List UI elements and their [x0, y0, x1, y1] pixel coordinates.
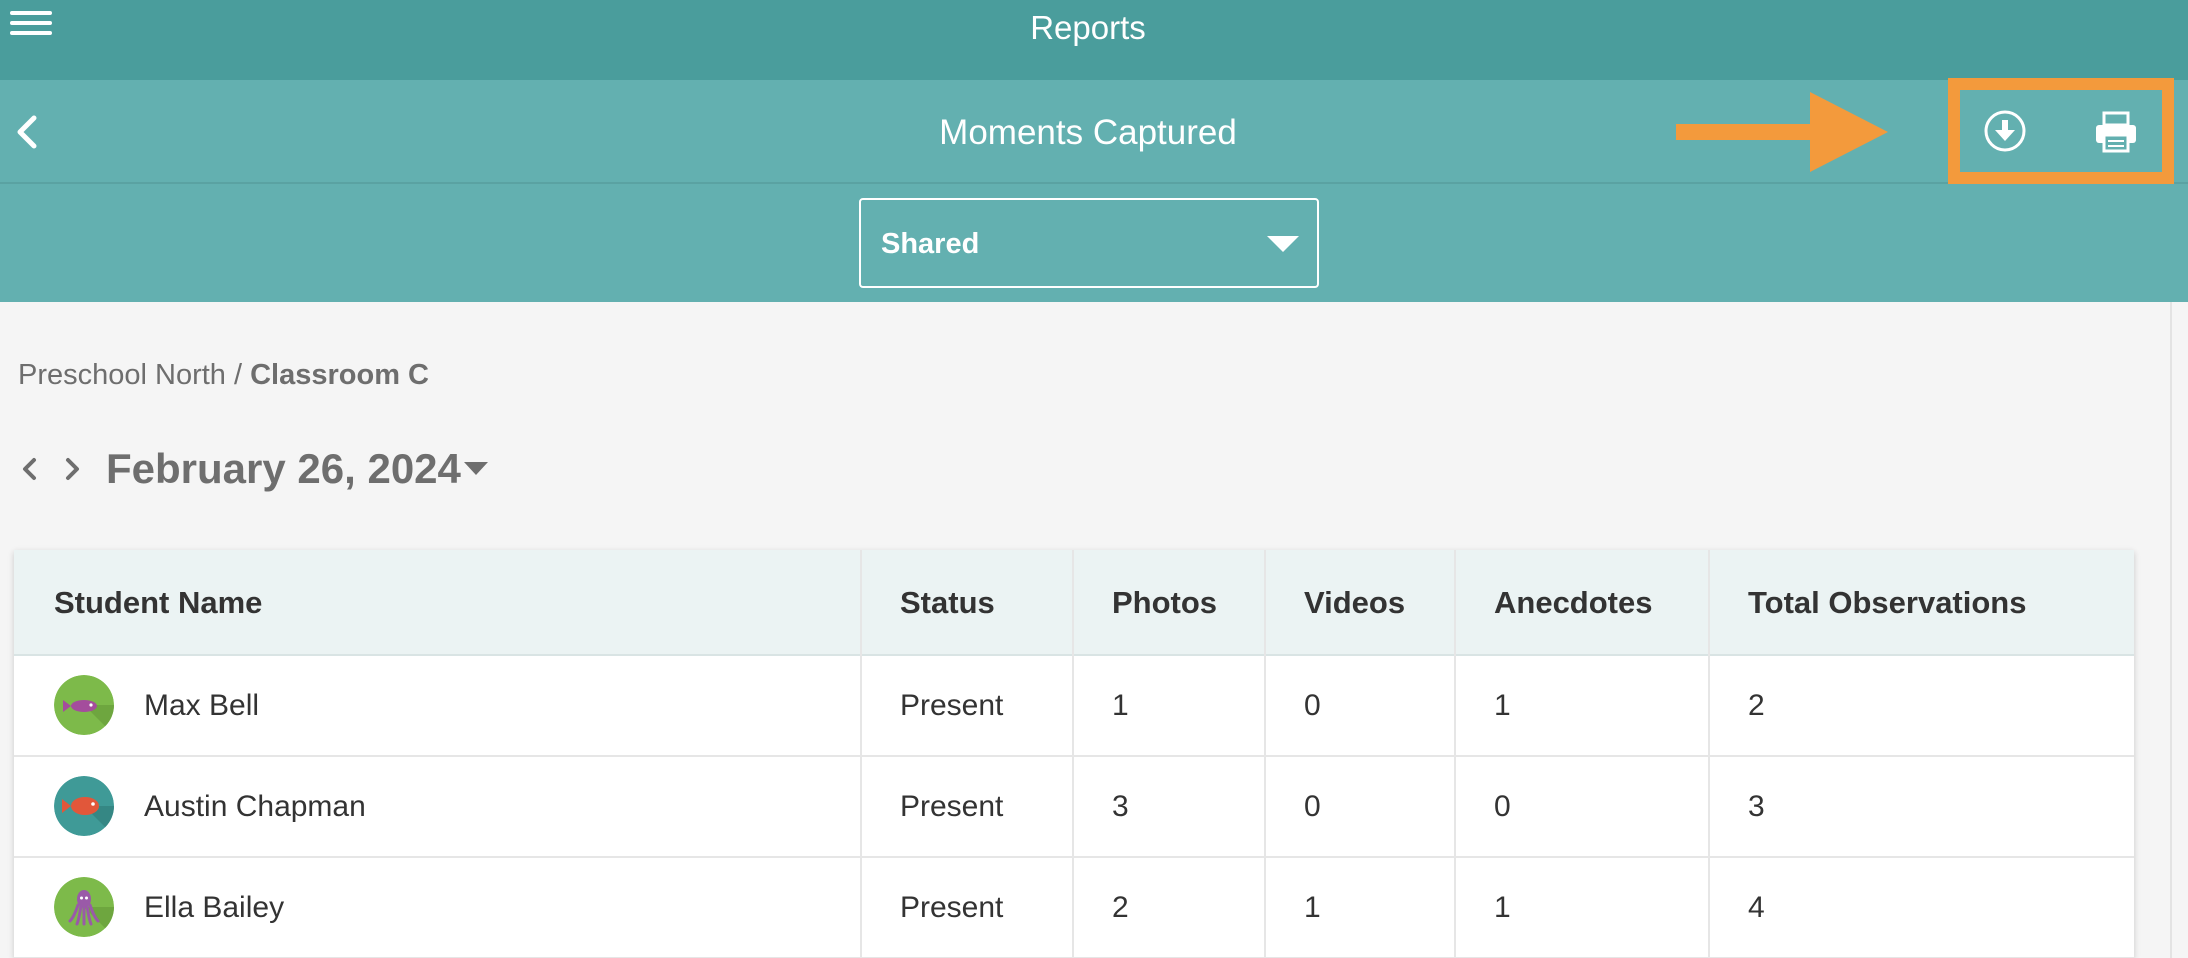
- table-row[interactable]: Austin Chapman Present 3 0 0 3: [14, 757, 2134, 858]
- red-fish-icon: [54, 776, 114, 836]
- videos-cell: 0: [1304, 790, 1321, 823]
- chevron-left-icon: [23, 458, 36, 480]
- table-header: Student Name Status Photos Videos Anecdo…: [14, 550, 2134, 656]
- download-button[interactable]: [1982, 108, 2028, 154]
- student-name[interactable]: Austin Chapman: [144, 790, 366, 823]
- student-name[interactable]: Ella Bailey: [144, 891, 284, 924]
- purple-octopus-icon: [54, 877, 114, 937]
- chevron-right-icon: [66, 458, 79, 480]
- top-app-bar: Reports: [0, 0, 2188, 80]
- videos-cell: 1: [1304, 891, 1321, 924]
- avatar: [54, 877, 114, 937]
- column-divider: [1454, 550, 1456, 958]
- photos-cell: 3: [1112, 790, 1129, 823]
- videos-cell: 0: [1304, 689, 1321, 722]
- anecdotes-cell: 1: [1494, 891, 1511, 924]
- column-header-total-observations[interactable]: Total Observations: [1708, 550, 2134, 656]
- arrow-right-icon: [1676, 92, 1888, 172]
- status-cell: Present: [900, 689, 1004, 722]
- total-observations-cell: 3: [1748, 790, 1765, 823]
- breadcrumb-classroom: Classroom C: [250, 359, 429, 391]
- table-row[interactable]: Max Bell Present 1 0 1 2: [14, 656, 2134, 757]
- status-cell: Present: [900, 891, 1004, 924]
- previous-date-button[interactable]: [18, 452, 42, 486]
- date-picker-label[interactable]: February 26, 2024: [106, 444, 461, 494]
- column-header-status[interactable]: Status: [860, 550, 1072, 656]
- column-divider: [1264, 550, 1266, 958]
- student-name[interactable]: Max Bell: [144, 689, 259, 722]
- table-row[interactable]: Ella Bailey Present 2 1 1 4: [14, 858, 2134, 958]
- select-value: Shared: [881, 228, 980, 260]
- caret-down-icon: [1267, 236, 1299, 252]
- anecdotes-cell: 0: [1494, 790, 1511, 823]
- column-header-anecdotes[interactable]: Anecdotes: [1454, 550, 1708, 656]
- total-observations-cell: 2: [1748, 689, 1765, 722]
- divider: [2170, 302, 2172, 958]
- next-date-button[interactable]: [60, 452, 84, 486]
- download-icon: [1984, 110, 2026, 152]
- breadcrumb-school[interactable]: Preschool North: [18, 359, 226, 391]
- filter-bar: Shared: [0, 184, 2188, 302]
- column-header-photos[interactable]: Photos: [1072, 550, 1264, 656]
- column-header-student-name[interactable]: Student Name: [14, 550, 860, 656]
- total-observations-cell: 4: [1748, 891, 1765, 924]
- photos-cell: 2: [1112, 891, 1129, 924]
- app-title: Reports: [1030, 9, 1146, 46]
- column-divider: [860, 550, 862, 958]
- student-name-cell: Max Bell: [14, 656, 860, 755]
- purple-fish-icon: [54, 675, 114, 735]
- column-header-videos[interactable]: Videos: [1264, 550, 1454, 656]
- breadcrumb: Preschool North / Classroom C: [18, 357, 429, 393]
- student-name-cell: Ella Bailey: [14, 858, 860, 957]
- sharing-filter-select[interactable]: Shared: [859, 198, 1319, 288]
- column-divider: [1708, 550, 1710, 958]
- observations-table: Student Name Status Photos Videos Anecdo…: [14, 550, 2134, 958]
- caret-down-icon[interactable]: [464, 462, 488, 475]
- anecdotes-cell: 1: [1494, 689, 1511, 722]
- avatar: [54, 675, 114, 735]
- print-icon: [2096, 111, 2136, 153]
- photos-cell: 1: [1112, 689, 1129, 722]
- avatar: [54, 776, 114, 836]
- print-button[interactable]: [2094, 110, 2138, 154]
- status-cell: Present: [900, 790, 1004, 823]
- breadcrumb-separator: /: [225, 359, 251, 391]
- column-divider: [1072, 550, 1074, 958]
- student-name-cell: Austin Chapman: [14, 757, 860, 856]
